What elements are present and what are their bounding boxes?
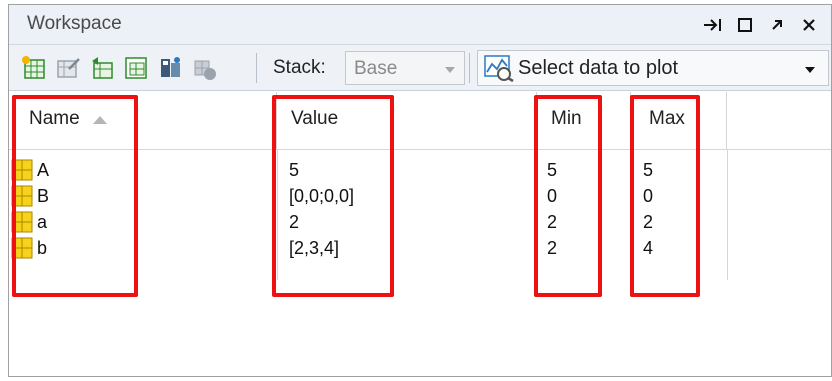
stack-label: Stack: [273, 57, 326, 78]
stack-dropdown-value: Base [354, 58, 398, 79]
close-button[interactable] [793, 11, 825, 39]
title-bar: Workspace [9, 5, 831, 45]
stack-dropdown[interactable]: Base [345, 51, 465, 85]
maximize-button[interactable] [729, 11, 761, 39]
minimize-icon [772, 20, 782, 30]
minimize-button[interactable] [761, 11, 793, 39]
plot-icon [484, 55, 514, 82]
print-icon[interactable] [157, 55, 183, 81]
workspace-toolbar: Stack: Base Select data to plot [9, 45, 831, 91]
highlight-box-name-column [12, 95, 138, 297]
toolbar-separator [256, 53, 257, 83]
highlight-box-min-column [534, 95, 602, 297]
undock-button[interactable] [697, 11, 729, 39]
chevron-down-icon [445, 67, 455, 73]
new-variable-icon[interactable] [21, 55, 47, 81]
chevron-down-icon [805, 67, 815, 73]
open-variable-icon[interactable] [55, 55, 81, 81]
load-data-icon[interactable] [89, 55, 115, 81]
undock-icon [704, 19, 721, 31]
delete-icon[interactable] [191, 55, 217, 81]
maximize-icon [738, 18, 752, 32]
highlight-box-max-column [630, 95, 700, 297]
window-title: Workspace [27, 13, 122, 34]
column-header-empty [727, 92, 831, 150]
highlight-box-value-column [272, 95, 394, 297]
toolbar-separator [469, 53, 470, 83]
window-controls [697, 11, 825, 39]
close-icon [803, 19, 815, 31]
plot-selector-label: Select data to plot [518, 57, 679, 79]
plot-selector-button[interactable]: Select data to plot [477, 50, 829, 86]
save-workspace-icon[interactable] [123, 55, 149, 81]
